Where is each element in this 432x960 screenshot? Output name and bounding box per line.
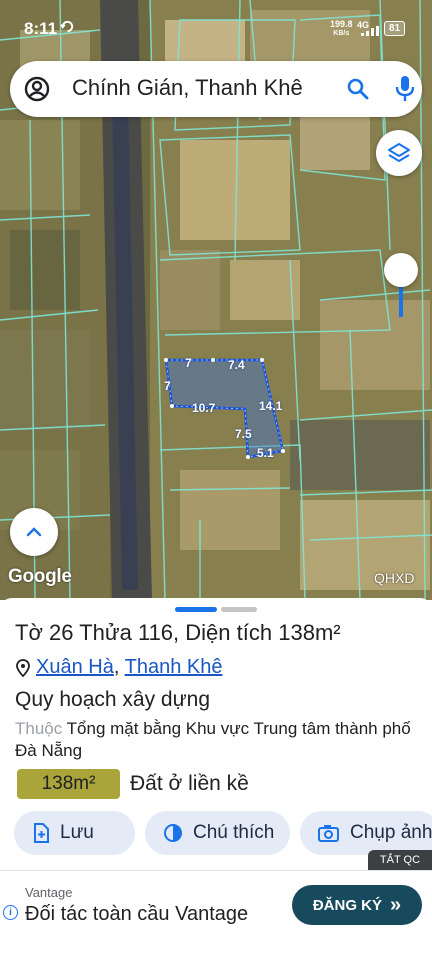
parcel-title: Tờ 26 Thửa 116, Diện tích 138m²	[15, 620, 341, 645]
location-pin-icon	[16, 658, 30, 677]
ward-link[interactable]: Xuân Hà	[36, 656, 114, 678]
ad-advertiser: Vantage	[25, 885, 73, 900]
district-link[interactable]: Thanh Khê	[125, 656, 223, 678]
page-indicator[interactable]	[221, 607, 257, 612]
ad-info-icon[interactable]: i	[3, 905, 18, 920]
planning-section-title: Quy hoạch xây dựng	[15, 688, 211, 711]
save-button[interactable]: Lưu	[14, 811, 135, 855]
map-view[interactable]: 7 7.4 7 10.7 14.1 7.5 5.1 8:11 199.8 KB/…	[0, 0, 432, 600]
parcel-dimension: 7.5	[235, 427, 252, 441]
double-chevron-right-icon: »	[390, 893, 402, 916]
sync-icon	[60, 20, 74, 33]
network-speed: 199.8 KB/s	[330, 19, 353, 38]
ad-headline[interactable]: Đối tác toàn cầu Vantage	[25, 903, 248, 926]
expand-sheet-button[interactable]	[10, 508, 58, 556]
map-layers-button[interactable]	[376, 130, 422, 176]
signal-icon	[361, 26, 379, 36]
opacity-slider-handle[interactable]	[384, 253, 418, 287]
add-bookmark-icon	[34, 823, 49, 843]
parcel-address: Xuân Hà, Thanh Khê	[16, 656, 222, 679]
parcel-dimension: 7	[185, 356, 192, 370]
plan-name: Tổng mặt bằng Khu vực Trung tâm thành ph…	[15, 719, 411, 760]
parcel-dimension: 7	[164, 379, 171, 393]
microphone-icon[interactable]	[394, 75, 416, 103]
search-input[interactable]: Chính Gián, Thanh Khê	[72, 75, 344, 101]
ad-banner[interactable]: Vantage i Đối tác toàn cầu Vantage ĐĂNG …	[0, 870, 432, 944]
status-time: 8:11	[24, 19, 58, 38]
battery-indicator: 81	[384, 21, 405, 36]
opacity-slider-track[interactable]	[399, 287, 403, 317]
account-icon[interactable]	[24, 76, 50, 102]
search-bar[interactable]: Chính Gián, Thanh Khê	[10, 61, 422, 117]
close-ad-button[interactable]: TẮT QC	[368, 850, 432, 870]
parcel-dimension: 10.7	[192, 401, 216, 415]
zone-type: Đất ở liền kề	[130, 772, 249, 795]
search-icon[interactable]	[346, 77, 370, 101]
chevron-up-icon	[26, 527, 42, 537]
parcel-dimension: 5.1	[257, 446, 274, 460]
zone-area-badge: 138m²	[17, 769, 120, 799]
layer-label: QHXD	[374, 570, 415, 586]
note-button[interactable]: Chú thích	[145, 811, 290, 855]
layers-icon	[388, 143, 410, 162]
parcel-dimension: 14.1	[259, 399, 283, 413]
parcel-dimension: 7.4	[228, 358, 245, 372]
take-photo-button[interactable]: Chụp ảnh	[300, 811, 432, 855]
parcel-info-sheet: Tờ 26 Thửa 116, Diện tích 138m² Xuân Hà,…	[0, 598, 432, 960]
contrast-icon	[164, 824, 182, 842]
screen: 7 7.4 7 10.7 14.1 7.5 5.1 8:11 199.8 KB/…	[0, 0, 432, 960]
plan-description: Thuộc Tổng mặt bằng Khu vực Trung tâm th…	[15, 719, 411, 760]
camera-icon	[318, 825, 339, 842]
zone-row: 138m² Đất ở liền kề	[17, 768, 249, 800]
ad-register-button[interactable]: ĐĂNG KÝ»	[292, 885, 422, 925]
bottom-safe-area	[0, 944, 432, 960]
page-indicator-active[interactable]	[175, 607, 217, 612]
status-bar: 8:11 199.8 KB/s 4G 81	[0, 0, 432, 46]
google-logo: Google	[8, 566, 72, 587]
